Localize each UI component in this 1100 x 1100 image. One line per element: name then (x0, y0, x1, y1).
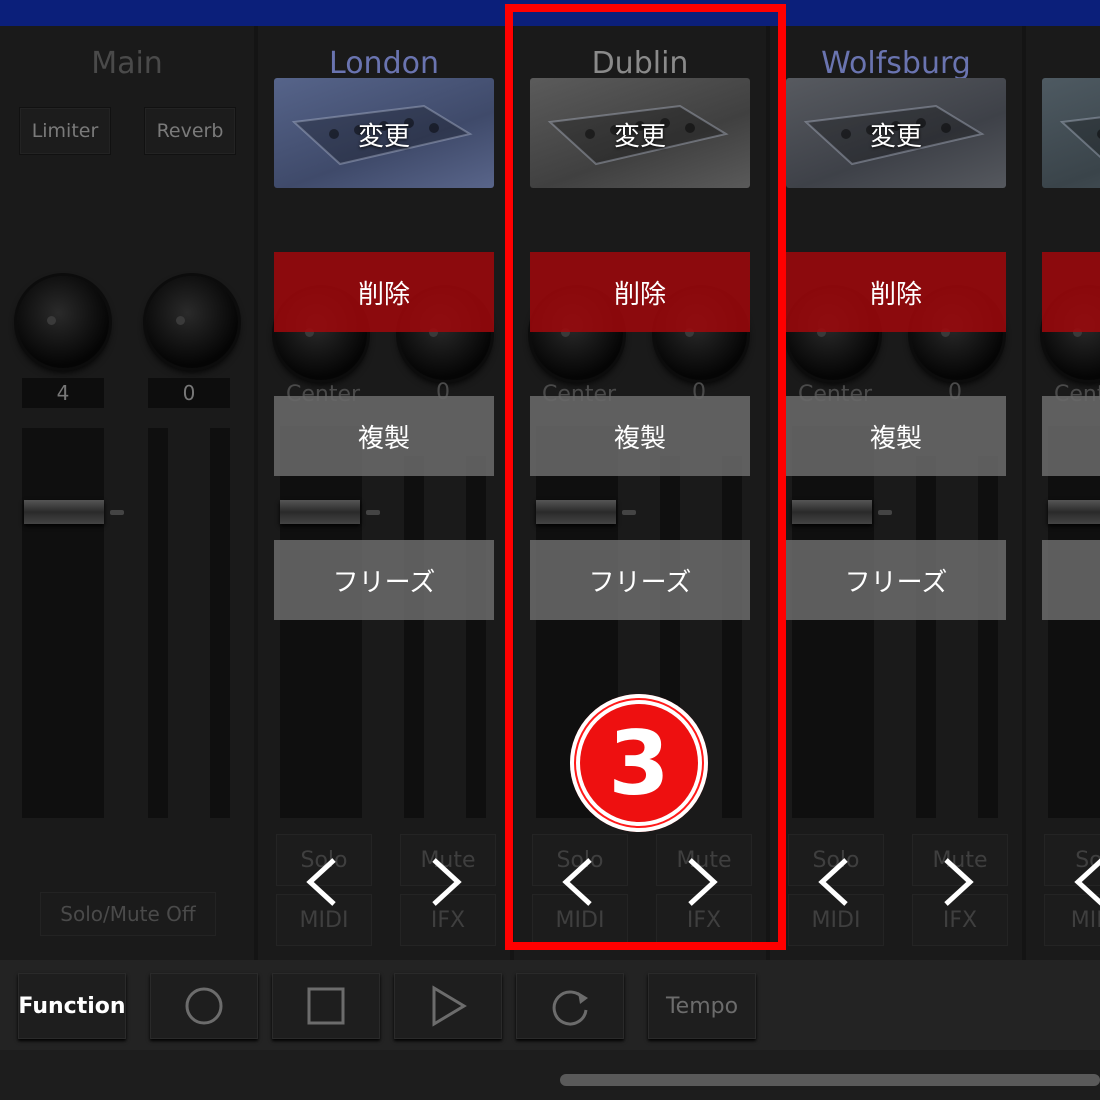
strip-title: London (329, 46, 439, 81)
stop-button[interactable] (272, 973, 380, 1039)
stop-icon (307, 987, 345, 1025)
freeze-button[interactable]: フリーズ (786, 540, 1006, 620)
chevron-left-icon[interactable] (810, 852, 860, 912)
channel-fader-handle[interactable] (1048, 500, 1100, 524)
track-strip: London Center 0 Solo Mute MIDI IFX 変更 削除… (258, 26, 510, 960)
main-knob-2-value: 0 (148, 378, 230, 408)
chevron-right-icon[interactable] (420, 852, 470, 912)
change-instrument-label: 変更 (869, 122, 922, 152)
delete-button[interactable]: 削除 (786, 252, 1006, 332)
channel-fader-track (1048, 426, 1100, 818)
main-meter-left (148, 428, 168, 818)
delete-button[interactable]: 削除 (274, 252, 494, 332)
channel-meter-right (978, 456, 998, 818)
track-strip: Cent Sol MID (1026, 26, 1100, 960)
main-fader-handle[interactable] (24, 500, 104, 524)
instrument-thumbnail[interactable] (1042, 78, 1100, 188)
instrument-thumbnail[interactable]: 変更 (274, 78, 494, 188)
channel-fader-handle[interactable] (280, 500, 360, 524)
duplicate-button[interactable]: 複製 (274, 396, 494, 476)
duplicate-button[interactable]: 複製 (786, 396, 1006, 476)
play-icon (432, 985, 467, 1027)
step-badge: 3 (570, 694, 708, 832)
strip-title: Wolfsburg (821, 46, 971, 81)
track-strip: Wolfsburg Center 0 Solo Mute MIDI IFX 変更… (770, 26, 1022, 960)
reverb-button[interactable]: Reverb (145, 108, 235, 154)
synth-image-icon (1059, 116, 1100, 159)
record-button[interactable] (150, 973, 258, 1039)
chevron-left-icon[interactable] (1066, 852, 1100, 912)
transport-toolbar: Function Tempo (0, 960, 1100, 1050)
main-meter-right (210, 428, 230, 818)
channel-fader-handle[interactable] (792, 500, 872, 524)
main-fader-track (22, 428, 104, 818)
horizontal-scrollbar[interactable] (560, 1074, 1100, 1086)
main-knob-1-value: 4 (22, 378, 104, 408)
channel-meter-left (916, 456, 936, 818)
freeze-button[interactable]: フリーズ (274, 540, 494, 620)
channel-fader-track (792, 426, 874, 818)
main-strip-title: Main (91, 46, 163, 81)
play-button[interactable] (394, 973, 502, 1039)
solo-mute-off-button[interactable]: Solo/Mute Off (40, 892, 216, 936)
main-fader-marker (110, 510, 124, 515)
channel-fader-marker (366, 510, 380, 515)
chevron-right-icon[interactable] (932, 852, 982, 912)
channel-meter-right (466, 456, 486, 818)
record-icon (185, 987, 223, 1025)
delete-button[interactable] (1042, 252, 1100, 332)
channel-fader-marker (878, 510, 892, 515)
step-badge-number: 3 (580, 704, 698, 822)
instrument-thumbnail[interactable]: 変更 (786, 78, 1006, 188)
main-knob-1[interactable] (17, 276, 109, 368)
tempo-button[interactable]: Tempo (648, 973, 756, 1039)
main-strip: Main Limiter Reverb 4 0 Solo/Mute Off (0, 26, 254, 960)
main-knob-2[interactable] (146, 276, 238, 368)
channel-meter-left (404, 456, 424, 818)
channel-fader-track (280, 426, 362, 818)
loop-button[interactable] (516, 973, 624, 1039)
duplicate-button[interactable] (1042, 396, 1100, 476)
function-button[interactable]: Function (18, 973, 126, 1039)
change-instrument-label: 変更 (357, 122, 410, 152)
loop-icon (552, 990, 588, 1026)
freeze-button[interactable] (1042, 540, 1100, 620)
limiter-button[interactable]: Limiter (20, 108, 110, 154)
chevron-left-icon[interactable] (298, 852, 348, 912)
